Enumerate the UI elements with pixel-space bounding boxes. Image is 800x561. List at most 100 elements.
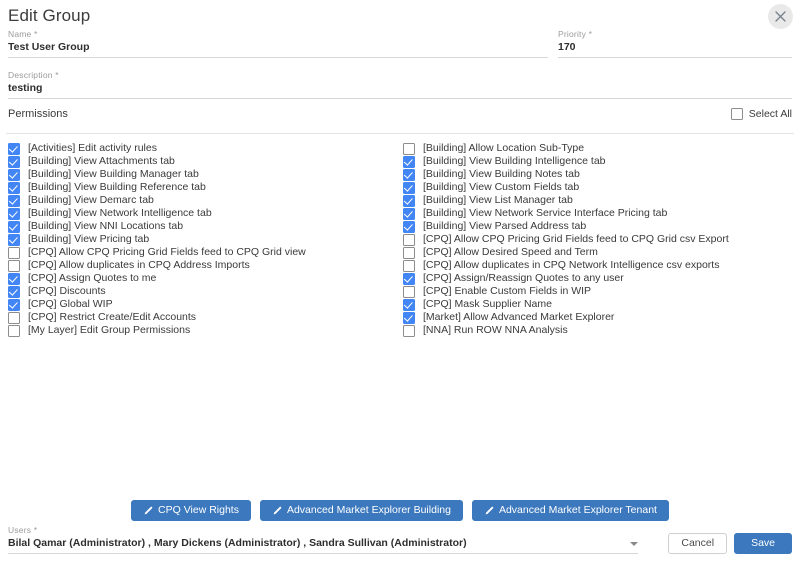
users-select-row[interactable]: Bilal Qamar (Administrator) , Mary Dicke… [8,535,638,550]
permission-checkbox[interactable] [403,246,415,259]
priority-input[interactable]: 170 [558,39,792,54]
select-all-label: Select All [748,108,792,120]
name-input[interactable]: Test User Group [8,39,548,54]
permission-checkbox[interactable] [403,298,415,311]
permission-checkbox[interactable] [8,207,20,220]
permission-row[interactable]: [CPQ] Allow Desired Speed and Term [395,246,800,259]
permission-checkbox[interactable] [8,246,20,259]
action-button[interactable]: Advanced Market Explorer Tenant [471,500,669,521]
permission-checkbox[interactable] [8,272,20,285]
permission-checkbox[interactable] [403,142,415,155]
permission-label: [CPQ] Allow CPQ Pricing Grid Fields feed… [423,233,729,245]
permission-label: [Building] View Building Reference tab [28,181,206,193]
permission-checkbox[interactable] [8,168,20,181]
users-field-group: Users * Bilal Qamar (Administrator) , Ma… [8,525,638,554]
permission-checkbox[interactable] [8,311,20,324]
permission-row[interactable]: [CPQ] Allow duplicates in CPQ Address Im… [0,259,395,272]
permission-checkbox[interactable] [8,181,20,194]
priority-field-group: Priority * 170 [558,29,792,58]
permission-label: [CPQ] Allow Desired Speed and Term [423,246,598,258]
permission-checkbox[interactable] [403,181,415,194]
permission-label: [Building] View Custom Fields tab [423,181,580,193]
permission-checkbox[interactable] [8,233,20,246]
permission-checkbox[interactable] [403,207,415,220]
action-button[interactable]: CPQ View Rights [131,500,251,521]
permission-checkbox[interactable] [8,324,20,337]
permission-row[interactable]: [CPQ] Allow CPQ Pricing Grid Fields feed… [395,233,800,246]
close-button[interactable] [768,4,793,29]
permission-row[interactable]: [Building] View Custom Fields tab [395,181,800,194]
permission-row[interactable]: [Building] Allow Location Sub-Type [395,142,800,155]
permission-row[interactable]: [CPQ] Assign Quotes to me [0,272,395,285]
permission-row[interactable]: [Building] View Parsed Address tab [395,220,800,233]
permission-label: [CPQ] Restrict Create/Edit Accounts [28,311,197,323]
permission-label: [Building] View Network Service Interfac… [423,207,668,219]
action-button[interactable]: Advanced Market Explorer Building [259,500,463,521]
permission-row[interactable]: [My Layer] Edit Group Permissions [0,324,395,337]
permission-checkbox[interactable] [403,233,415,246]
permission-row[interactable]: [CPQ] Enable Custom Fields in WIP [395,285,800,298]
permission-row[interactable]: [Building] View List Manager tab [395,194,800,207]
permission-row[interactable]: [CPQ] Restrict Create/Edit Accounts [0,311,395,324]
permission-checkbox[interactable] [403,285,415,298]
permission-checkbox[interactable] [403,324,415,337]
permission-row[interactable]: [Activities] Edit activity rules [0,142,395,155]
permission-row[interactable]: [Market] Allow Advanced Market Explorer [395,311,800,324]
permission-label: [Building] View NNI Locations tab [28,220,184,232]
chevron-down-icon[interactable] [630,542,638,546]
permission-checkbox[interactable] [8,298,20,311]
permission-checkbox[interactable] [8,220,20,233]
permission-checkbox[interactable] [8,259,20,272]
permission-checkbox[interactable] [403,168,415,181]
users-field-label: Users * [8,525,38,535]
permission-row[interactable]: [CPQ] Global WIP [0,298,395,311]
permission-row[interactable]: [NNA] Run ROW NNA Analysis [395,324,800,337]
permission-checkbox[interactable] [8,142,20,155]
cancel-button[interactable]: Cancel [668,533,728,554]
permissions-divider [6,133,794,134]
action-button-label: CPQ View Rights [158,504,239,517]
permission-label: [CPQ] Assign/Reassign Quotes to any user [423,272,624,284]
permission-label: [NNA] Run ROW NNA Analysis [423,324,568,336]
permission-row[interactable]: [Building] View Network Service Interfac… [395,207,800,220]
permission-row[interactable]: [Building] View Building Notes tab [395,168,800,181]
permission-row[interactable]: [CPQ] Allow duplicates in CPQ Network In… [395,259,800,272]
permission-row[interactable]: [CPQ] Allow CPQ Pricing Grid Fields feed… [0,246,395,259]
name-field-group: Name * Test User Group [8,29,548,58]
permission-checkbox[interactable] [403,259,415,272]
permission-row[interactable]: [CPQ] Assign/Reassign Quotes to any user [395,272,800,285]
select-all-checkbox[interactable] [730,108,743,120]
permission-row[interactable]: [Building] View NNI Locations tab [0,220,395,233]
permission-checkbox[interactable] [8,194,20,207]
permission-label: [Building] Allow Location Sub-Type [423,142,585,154]
permission-row[interactable]: [Building] View Network Intelligence tab [0,207,395,220]
permission-row[interactable]: [Building] View Building Intelligence ta… [395,155,800,168]
permission-row[interactable]: [Building] View Demarc tab [0,194,395,207]
permission-checkbox[interactable] [403,155,415,168]
permission-checkbox[interactable] [403,311,415,324]
permission-label: [CPQ] Allow duplicates in CPQ Network In… [423,259,720,271]
permission-checkbox[interactable] [403,194,415,207]
permission-label: [Building] View Building Notes tab [423,168,580,180]
permission-checkbox[interactable] [403,272,415,285]
permission-checkbox[interactable] [8,155,20,168]
permission-row[interactable]: [Building] View Building Manager tab [0,168,395,181]
priority-field-label: Priority * [558,29,593,39]
description-input[interactable]: testing [8,80,792,95]
permission-row[interactable]: [Building] View Attachments tab [0,155,395,168]
save-button[interactable]: Save [734,533,792,554]
description-field-underline [8,98,792,99]
users-input[interactable]: Bilal Qamar (Administrator) , Mary Dicke… [8,535,467,550]
permission-row[interactable]: [Building] View Pricing tab [0,233,395,246]
permission-label: [CPQ] Allow CPQ Pricing Grid Fields feed… [28,246,306,258]
permission-row[interactable]: [CPQ] Mask Supplier Name [395,298,800,311]
permissions-column-right: [Building] Allow Location Sub-Type [Build… [395,142,800,337]
permission-checkbox[interactable] [8,285,20,298]
select-all-toggle[interactable]: Select All [730,108,792,120]
action-button-label: Advanced Market Explorer Building [286,504,451,517]
permission-checkbox[interactable] [403,220,415,233]
permission-row[interactable]: [Building] View Building Reference tab [0,181,395,194]
permission-row[interactable]: [CPQ] Discounts [0,285,395,298]
permissions-title: Permissions [8,108,68,120]
permission-label: [Building] View Attachments tab [28,155,175,167]
